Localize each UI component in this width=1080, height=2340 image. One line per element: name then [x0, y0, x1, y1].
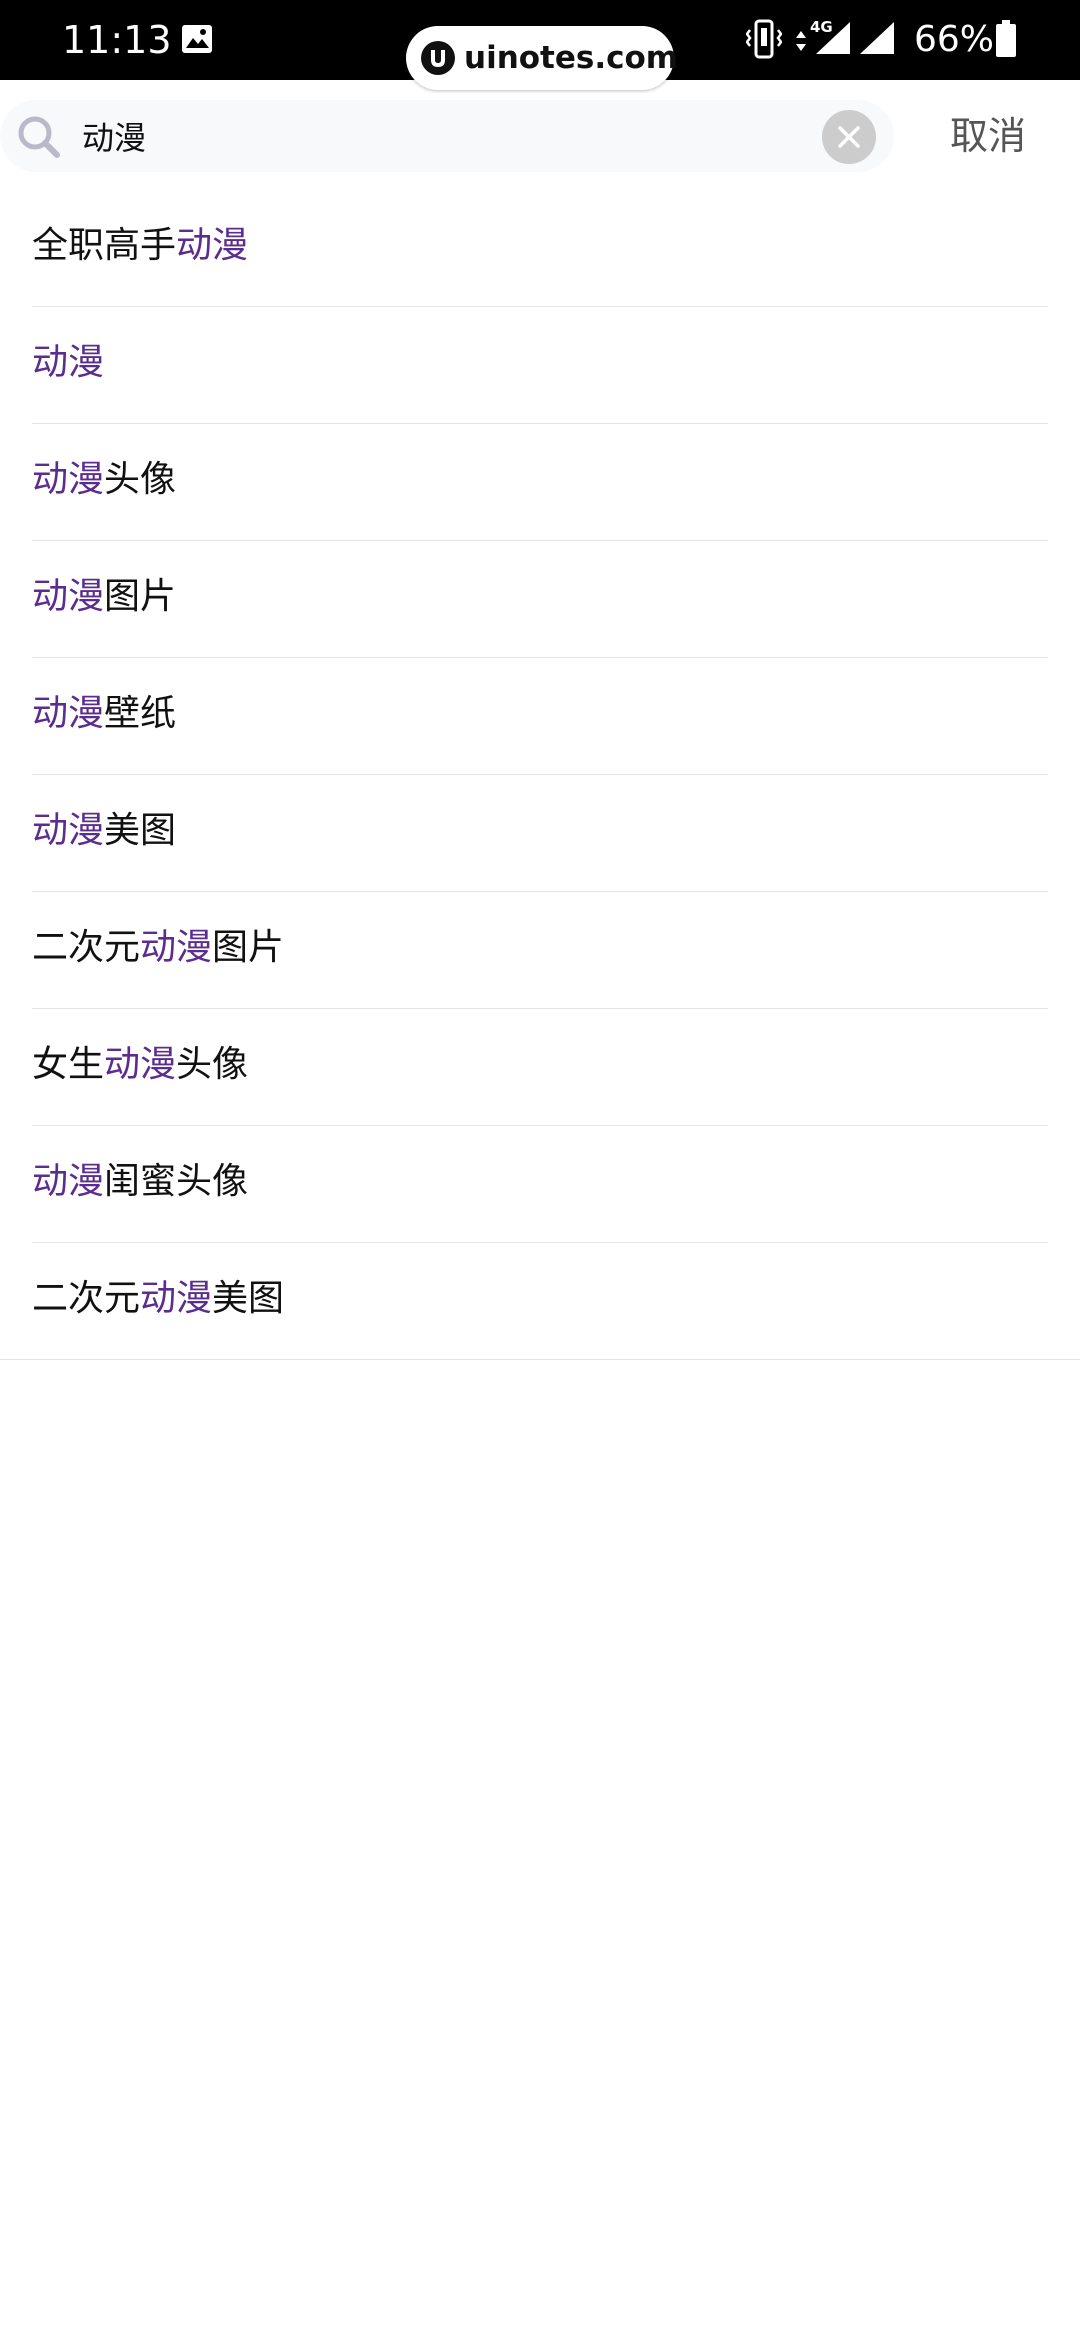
search-suggestion-item[interactable]: 二次元动漫图片 — [0, 892, 1080, 1009]
suggestion-match-highlight: 动漫 — [32, 342, 105, 383]
search-suggestion-item[interactable]: 动漫头像 — [0, 424, 1080, 541]
vibrate-icon — [745, 18, 783, 60]
search-suggestion-item[interactable]: 动漫壁纸 — [0, 658, 1080, 775]
suggestion-text-part: 图片 — [104, 576, 177, 617]
watermark-text: uinotes.com — [464, 40, 679, 76]
search-suggestion-item[interactable]: 二次元动漫美图 — [0, 1243, 1080, 1360]
gallery-notification-icon — [180, 22, 214, 56]
search-icon — [16, 114, 62, 160]
suggestion-text-part: 闺蜜头像 — [104, 1161, 249, 1202]
suggestion-text: 动漫头像 — [32, 454, 176, 506]
suggestion-match-highlight: 动漫 — [32, 693, 105, 734]
suggestion-text-part: 壁纸 — [104, 693, 177, 734]
search-suggestion-item[interactable]: 女生动漫头像 — [0, 1009, 1080, 1126]
search-suggestion-item[interactable]: 动漫美图 — [0, 775, 1080, 892]
suggestion-text: 动漫闺蜜头像 — [32, 1156, 248, 1208]
suggestion-text-part: 二次元 — [32, 1278, 141, 1319]
suggestion-match-highlight: 动漫 — [32, 459, 105, 500]
suggestion-text: 动漫图片 — [32, 571, 176, 623]
suggestion-match-highlight: 动漫 — [176, 225, 249, 266]
suggestion-match-highlight: 动漫 — [32, 576, 105, 617]
battery-percent: 66% — [914, 19, 995, 60]
search-suggestion-item[interactable]: 动漫图片 — [0, 541, 1080, 658]
suggestion-match-highlight: 动漫 — [32, 1161, 105, 1202]
uinotes-logo-icon — [420, 40, 456, 76]
suggestion-match-highlight: 动漫 — [140, 927, 213, 968]
suggestion-text-part: 头像 — [176, 1044, 249, 1085]
battery-icon — [995, 20, 1017, 58]
suggestion-text: 二次元动漫图片 — [32, 922, 284, 974]
suggestion-text-part: 美图 — [212, 1278, 285, 1319]
suggestion-text: 动漫壁纸 — [32, 688, 176, 740]
network-type-label: 4G — [810, 18, 833, 36]
search-suggestion-list: 全职高手动漫 动漫 动漫头像 动漫图片 动漫壁纸 动漫美图 二次元动漫图片 女生动漫头像 动漫闺… — [0, 190, 1080, 1360]
cancel-button[interactable]: 取消 — [950, 106, 1026, 166]
suggestion-text-part: 二次元 — [32, 927, 141, 968]
search-suggestion-item[interactable]: 动漫 — [0, 307, 1080, 424]
suggestion-text-part: 美图 — [104, 810, 177, 851]
suggestion-text: 全职高手动漫 — [32, 220, 248, 272]
suggestion-text-part: 女生 — [32, 1044, 105, 1085]
close-icon — [838, 126, 860, 148]
suggestion-match-highlight: 动漫 — [104, 1044, 177, 1085]
search-suggestion-item[interactable]: 全职高手动漫 — [0, 190, 1080, 307]
suggestion-text-part: 全职高手 — [32, 225, 177, 266]
suggestion-match-highlight: 动漫 — [32, 810, 105, 851]
cellular-signal-2-icon — [858, 20, 896, 56]
suggestion-match-highlight: 动漫 — [140, 1278, 213, 1319]
suggestion-text: 二次元动漫美图 — [32, 1273, 284, 1325]
status-time: 11:13 — [62, 18, 172, 62]
watermark-badge: uinotes.com — [406, 26, 678, 90]
data-activity-icon — [794, 30, 808, 52]
suggestion-text: 动漫美图 — [32, 805, 176, 857]
clear-search-button[interactable] — [822, 110, 876, 164]
suggestion-text: 女生动漫头像 — [32, 1039, 248, 1091]
suggestion-text-part: 头像 — [104, 459, 177, 500]
search-input[interactable] — [82, 110, 802, 162]
search-suggestion-item[interactable]: 动漫闺蜜头像 — [0, 1126, 1080, 1243]
search-box[interactable] — [0, 100, 894, 172]
suggestion-text-part: 图片 — [212, 927, 285, 968]
suggestion-text: 动漫 — [32, 337, 104, 389]
